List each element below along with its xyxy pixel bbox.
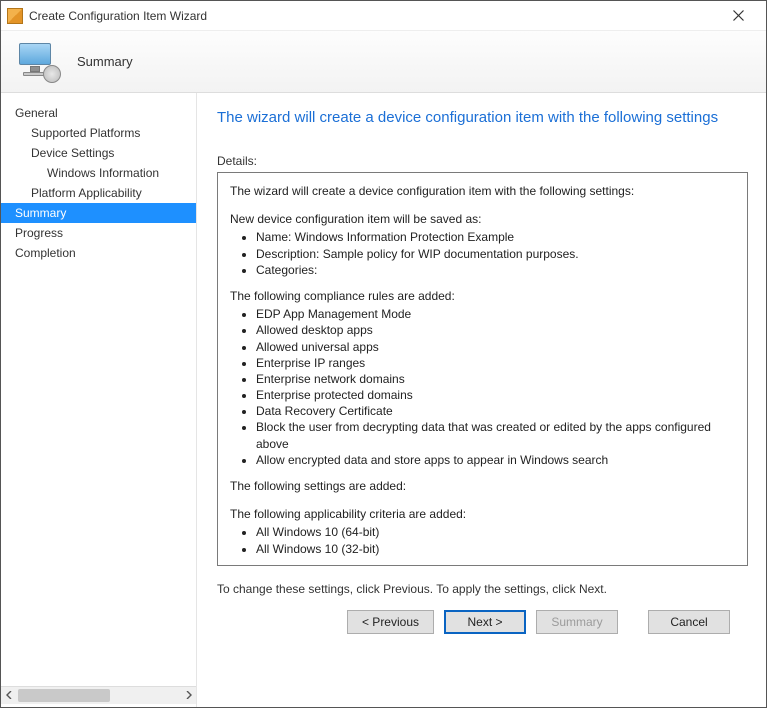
list-item: Data Recovery Certificate <box>256 403 735 419</box>
titlebar: Create Configuration Item Wizard <box>1 1 766 31</box>
list-item: All Windows 10 (64-bit) <box>256 524 735 540</box>
monitor-icon <box>17 41 59 83</box>
hint-text: To change these settings, click Previous… <box>217 582 748 596</box>
app-icon <box>7 8 23 24</box>
close-button[interactable] <box>718 2 758 30</box>
chevron-right-icon <box>185 691 192 699</box>
nav-item-device-settings[interactable]: Device Settings <box>1 143 197 163</box>
settings-label: The following settings are added: <box>230 478 735 494</box>
scroll-left-button[interactable] <box>1 687 18 704</box>
sidebar: GeneralSupported PlatformsDevice Setting… <box>1 93 197 707</box>
rules-list: EDP App Management ModeAllowed desktop a… <box>256 306 735 468</box>
nav-item-summary[interactable]: Summary <box>1 203 197 223</box>
close-icon <box>733 10 744 21</box>
footer: < Previous Next > Summary Cancel <box>217 596 748 648</box>
nav-item-completion[interactable]: Completion <box>1 243 197 263</box>
window-title: Create Configuration Item Wizard <box>29 9 207 23</box>
list-item: Enterprise IP ranges <box>256 355 735 371</box>
nav-item-supported-platforms[interactable]: Supported Platforms <box>1 123 197 143</box>
list-item: Enterprise network domains <box>256 371 735 387</box>
nav-item-progress[interactable]: Progress <box>1 223 197 243</box>
saved-as-list: Name: Windows Information Protection Exa… <box>256 229 735 278</box>
list-item: Name: Windows Information Protection Exa… <box>256 229 735 245</box>
list-item: Block the user from decrypting data that… <box>256 419 735 451</box>
page-heading: The wizard will create a device configur… <box>217 109 748 126</box>
header-label: Summary <box>77 54 133 69</box>
list-item: Allow encrypted data and store apps to a… <box>256 452 735 468</box>
next-button[interactable]: Next > <box>444 610 526 634</box>
cancel-button[interactable]: Cancel <box>648 610 730 634</box>
list-item: Enterprise protected domains <box>256 387 735 403</box>
previous-button[interactable]: < Previous <box>347 610 434 634</box>
main: The wizard will create a device configur… <box>197 93 766 707</box>
details-label: Details: <box>217 154 748 168</box>
list-item: EDP App Management Mode <box>256 306 735 322</box>
applicability-list: All Windows 10 (64-bit)All Windows 10 (3… <box>256 524 735 556</box>
saved-as-label: New device configuration item will be sa… <box>230 211 735 227</box>
nav: GeneralSupported PlatformsDevice Setting… <box>1 103 197 686</box>
applicability-label: The following applicability criteria are… <box>230 506 735 522</box>
details-box: The wizard will create a device configur… <box>217 172 748 566</box>
body: GeneralSupported PlatformsDevice Setting… <box>1 93 766 707</box>
sidebar-scrollbar[interactable] <box>1 686 197 703</box>
list-item: Description: Sample policy for WIP docum… <box>256 246 735 262</box>
nav-item-general[interactable]: General <box>1 103 197 123</box>
list-item: Allowed desktop apps <box>256 322 735 338</box>
scroll-track[interactable] <box>18 687 180 704</box>
list-item: Categories: <box>256 262 735 278</box>
list-item: Allowed universal apps <box>256 339 735 355</box>
rules-label: The following compliance rules are added… <box>230 288 735 304</box>
details-intro: The wizard will create a device configur… <box>230 183 735 199</box>
chevron-left-icon <box>6 691 13 699</box>
nav-item-platform-applicability[interactable]: Platform Applicability <box>1 183 197 203</box>
summary-button: Summary <box>536 610 618 634</box>
sidebar-separator <box>196 93 197 707</box>
scroll-thumb[interactable] <box>18 689 110 702</box>
header-band: Summary <box>1 31 766 93</box>
nav-item-windows-information[interactable]: Windows Information <box>1 163 197 183</box>
list-item: All Windows 10 (32-bit) <box>256 541 735 557</box>
scroll-right-button[interactable] <box>180 687 197 704</box>
